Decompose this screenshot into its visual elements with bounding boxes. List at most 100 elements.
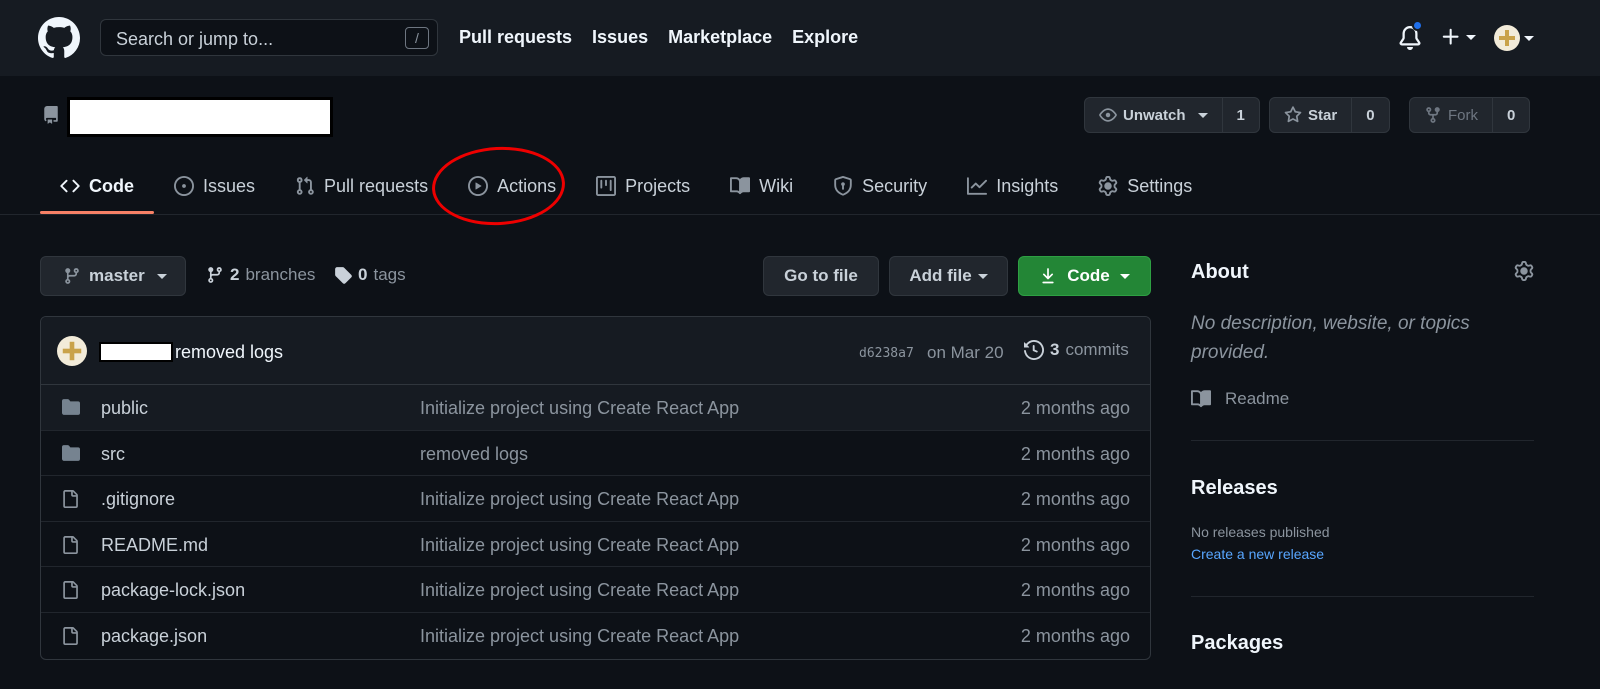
- project-icon: [596, 176, 617, 196]
- file-row[interactable]: src removed logs 2 months ago: [41, 431, 1150, 477]
- caret-down-icon: [1197, 112, 1208, 118]
- releases-title[interactable]: Releases: [1191, 477, 1278, 500]
- code-icon: [60, 179, 80, 193]
- branch-icon: [65, 268, 79, 284]
- tab-security[interactable]: Security: [813, 160, 947, 212]
- caret-down-icon: [1119, 273, 1130, 279]
- tab-code[interactable]: Code: [40, 160, 154, 214]
- tab-pull-requests[interactable]: Pull requests: [275, 160, 448, 212]
- fork-button[interactable]: Fork: [1410, 98, 1492, 132]
- branch-selector-button[interactable]: master: [40, 256, 186, 296]
- sidebar-divider: [1191, 440, 1534, 441]
- caret-down-icon: [156, 273, 167, 279]
- fork-label: Fork: [1448, 106, 1478, 124]
- tab-wiki[interactable]: Wiki: [710, 160, 813, 212]
- tab-label: Code: [89, 175, 134, 196]
- file-name[interactable]: package.json: [101, 626, 207, 647]
- go-to-file-button[interactable]: Go to file: [763, 256, 879, 296]
- file-name[interactable]: src: [101, 444, 125, 465]
- tab-label: Projects: [625, 175, 691, 196]
- file-icon: [63, 581, 78, 600]
- file-commit-message[interactable]: Initialize project using Create React Ap…: [420, 626, 739, 647]
- book-icon: [730, 177, 751, 195]
- nav-marketplace[interactable]: Marketplace: [668, 27, 772, 48]
- branches-count: 2: [230, 265, 240, 284]
- file-age: 2 months ago: [1020, 443, 1130, 464]
- unwatch-label: Unwatch: [1123, 106, 1186, 124]
- code-download-button[interactable]: Code: [1018, 256, 1151, 296]
- nav-pull-requests[interactable]: Pull requests: [459, 27, 572, 48]
- star-icon: [1284, 106, 1302, 123]
- commit-message[interactable]: removed logs: [175, 342, 283, 363]
- file-name[interactable]: public: [101, 398, 148, 419]
- file-row[interactable]: README.md Initialize project using Creat…: [41, 522, 1150, 568]
- repo-icon: [42, 105, 60, 125]
- file-age: 2 months ago: [1020, 489, 1130, 510]
- branches-label: branches: [245, 265, 316, 284]
- eye-icon: [1099, 108, 1117, 122]
- book-icon: [1191, 390, 1211, 408]
- file-commit-message[interactable]: Initialize project using Create React Ap…: [420, 580, 739, 601]
- tab-label: Security: [862, 175, 928, 196]
- file-name[interactable]: README.md: [101, 535, 208, 556]
- commit-hash[interactable]: d6238a7: [859, 346, 914, 361]
- file-age: 2 months ago: [1020, 625, 1130, 646]
- tab-label: Insights: [996, 175, 1059, 196]
- create-release-link[interactable]: Create a new release: [1191, 546, 1324, 562]
- file-commit-message[interactable]: Initialize project using Create React Ap…: [420, 535, 739, 556]
- file-commit-message[interactable]: removed logs: [420, 444, 528, 465]
- commits-link[interactable]: 3 commits: [1024, 340, 1129, 360]
- file-commit-message[interactable]: Initialize project using Create React Ap…: [420, 489, 739, 510]
- file-row[interactable]: package-lock.json Initialize project usi…: [41, 567, 1150, 613]
- file-icon: [63, 490, 78, 509]
- file-name[interactable]: .gitignore: [101, 489, 175, 510]
- issue-icon: [174, 176, 194, 196]
- about-description: No description, website, or topics provi…: [1191, 313, 1470, 363]
- tab-issues[interactable]: Issues: [154, 160, 275, 212]
- latest-commit-row: removed logs d6238a7 on Mar 20 3 commits: [41, 317, 1150, 385]
- file-icon: [63, 535, 78, 554]
- no-releases-text: No releases published: [1191, 524, 1330, 540]
- search-input[interactable]: Search or jump to... /: [100, 19, 438, 56]
- file-row[interactable]: public Initialize project using Create R…: [41, 385, 1150, 431]
- user-menu[interactable]: [1494, 25, 1534, 51]
- github-logo-icon[interactable]: [38, 17, 80, 59]
- file-list: removed logs d6238a7 on Mar 20 3 commits…: [40, 316, 1151, 660]
- caret-down-icon: [977, 273, 988, 279]
- watch-count[interactable]: 1: [1221, 98, 1259, 132]
- star-button[interactable]: Star: [1270, 98, 1351, 132]
- nav-explore[interactable]: Explore: [792, 27, 858, 48]
- tab-insights[interactable]: Insights: [947, 160, 1078, 212]
- tab-settings[interactable]: Settings: [1078, 160, 1212, 212]
- go-to-file-label: Go to file: [784, 266, 858, 285]
- fork-count[interactable]: 0: [1492, 98, 1529, 132]
- commits-label: commits: [1065, 340, 1129, 359]
- branches-link[interactable]: 2 branches: [206, 265, 315, 285]
- tags-count: 0: [358, 265, 368, 284]
- file-row[interactable]: package.json Initialize project using Cr…: [41, 613, 1150, 659]
- top-nav: Pull requests Issues Marketplace Explore: [459, 27, 858, 48]
- global-header: Search or jump to... / Pull requests Iss…: [0, 0, 1600, 76]
- commits-count: 3: [1050, 340, 1060, 359]
- packages-title[interactable]: Packages: [1191, 632, 1283, 655]
- unwatch-button[interactable]: Unwatch: [1085, 98, 1222, 132]
- about-settings-gear-icon[interactable]: [1514, 261, 1534, 281]
- folder-icon: [62, 444, 80, 461]
- add-file-label: Add file: [909, 266, 972, 285]
- history-icon: [1024, 340, 1044, 360]
- readme-link[interactable]: Readme: [1191, 389, 1289, 409]
- commit-author-avatar[interactable]: [57, 336, 87, 366]
- create-new-dropdown[interactable]: [1440, 26, 1476, 48]
- file-name[interactable]: package-lock.json: [101, 580, 245, 601]
- caret-down-icon: [1524, 35, 1534, 41]
- folder-icon: [62, 399, 80, 415]
- notification-indicator: [1412, 20, 1423, 31]
- star-count[interactable]: 0: [1351, 98, 1388, 132]
- tags-link[interactable]: 0 tags: [334, 265, 406, 285]
- file-commit-message[interactable]: Initialize project using Create React Ap…: [420, 398, 739, 419]
- commit-date: on Mar 20: [927, 343, 1004, 362]
- nav-issues[interactable]: Issues: [592, 27, 648, 48]
- add-file-button[interactable]: Add file: [889, 256, 1008, 296]
- tab-projects[interactable]: Projects: [576, 160, 710, 212]
- file-row[interactable]: .gitignore Initialize project using Crea…: [41, 476, 1150, 522]
